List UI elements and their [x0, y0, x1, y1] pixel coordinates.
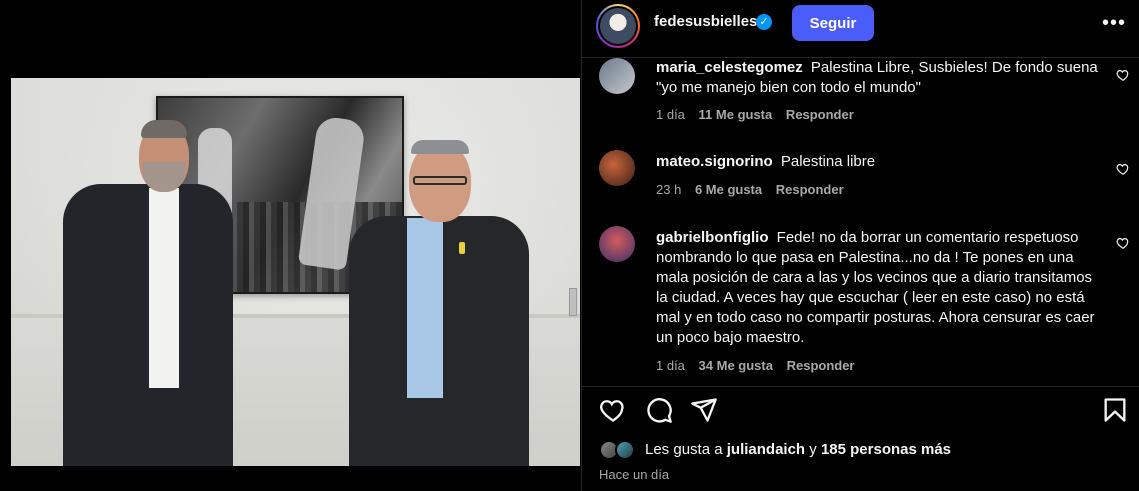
comment-meta: 23 h 6 Me gusta Responder	[656, 182, 854, 197]
bookmark-icon[interactable]	[1101, 396, 1129, 424]
liker-avatar	[615, 440, 635, 460]
comment-likes[interactable]: 34 Me gusta	[699, 358, 773, 373]
verified-badge-icon: ✓	[756, 14, 772, 30]
likes-prefix: Les gusta a	[645, 441, 723, 458]
person-right-hair	[411, 140, 469, 154]
likes-others-link[interactable]: 185 personas más	[821, 441, 951, 458]
person-right-shirt	[407, 218, 443, 398]
reply-button[interactable]: Responder	[776, 182, 844, 197]
person-left-shirt	[149, 188, 179, 388]
ribbon-pin	[459, 242, 465, 254]
comment-body: mateo.signorino Palestina libre	[656, 152, 1098, 172]
wall-outlet	[569, 288, 577, 316]
likes-connector: y	[809, 441, 817, 458]
comment-likes[interactable]: 6 Me gusta	[695, 182, 762, 197]
post-timestamp[interactable]: Hace un día	[599, 467, 669, 482]
profile-username[interactable]: fedesusbielles	[654, 13, 757, 30]
comment-like-heart-icon[interactable]	[1116, 236, 1130, 250]
comments-list[interactable]: maria_celestegomez Palestina Libre, Susb…	[582, 58, 1139, 386]
comment-time[interactable]: 1 día	[656, 107, 685, 122]
post-header: fedesusbielles ✓ Seguir •••	[582, 0, 1139, 58]
person-left	[63, 120, 233, 466]
paper-plane-icon[interactable]	[690, 396, 718, 424]
liker-avatars	[599, 440, 641, 460]
comment-username[interactable]: gabrielbonfiglio	[656, 229, 769, 246]
more-options-icon[interactable]: •••	[1102, 12, 1126, 35]
person-right	[349, 140, 529, 466]
comment-text: Fede! no da borrar un comentario respetu…	[656, 229, 1095, 346]
comment-username[interactable]: maria_celestegomez	[656, 59, 803, 76]
likes-summary[interactable]: Les gusta a juliandaich y 185 personas m…	[599, 440, 1119, 462]
comment-username[interactable]: mateo.signorino	[656, 153, 773, 170]
comment-text: Palestina libre	[780, 153, 876, 170]
comment-body: maria_celestegomez Palestina Libre, Susb…	[656, 58, 1098, 98]
post-photo	[11, 78, 580, 466]
comment-time[interactable]: 1 día	[656, 358, 685, 373]
comment-body: gabrielbonfiglio Fede! no da borrar un c…	[656, 228, 1098, 348]
comment-meta: 1 día 34 Me gusta Responder	[656, 358, 865, 373]
follow-button[interactable]: Seguir	[792, 5, 874, 41]
likes-text: Les gusta a juliandaich y 185 personas m…	[645, 441, 951, 458]
comment-avatar[interactable]	[599, 150, 635, 186]
post-sidebar: fedesusbielles ✓ Seguir ••• maria_celest…	[581, 0, 1139, 491]
likes-user-link[interactable]: juliandaich	[727, 441, 805, 458]
comment-meta: 1 día 11 Me gusta Responder	[656, 107, 864, 122]
comment-likes[interactable]: 11 Me gusta	[699, 107, 773, 122]
comment-like-heart-icon[interactable]	[1116, 68, 1130, 82]
person-right-glasses	[413, 176, 467, 185]
comment-like-heart-icon[interactable]	[1116, 162, 1130, 176]
post-actions	[582, 386, 1139, 436]
profile-avatar[interactable]	[596, 4, 640, 48]
person-left-hair	[141, 120, 187, 138]
avatar-image	[600, 8, 636, 44]
reply-button[interactable]: Responder	[786, 107, 854, 122]
comment-avatar[interactable]	[599, 58, 635, 94]
comment-avatar[interactable]	[599, 226, 635, 262]
reply-button[interactable]: Responder	[787, 358, 855, 373]
post-media[interactable]	[0, 0, 581, 491]
comment-bubble-icon[interactable]	[645, 396, 673, 424]
avatar-inner	[598, 6, 638, 46]
heart-icon[interactable]	[599, 396, 627, 424]
person-left-jacket	[63, 184, 233, 466]
comment-time[interactable]: 23 h	[656, 182, 681, 197]
